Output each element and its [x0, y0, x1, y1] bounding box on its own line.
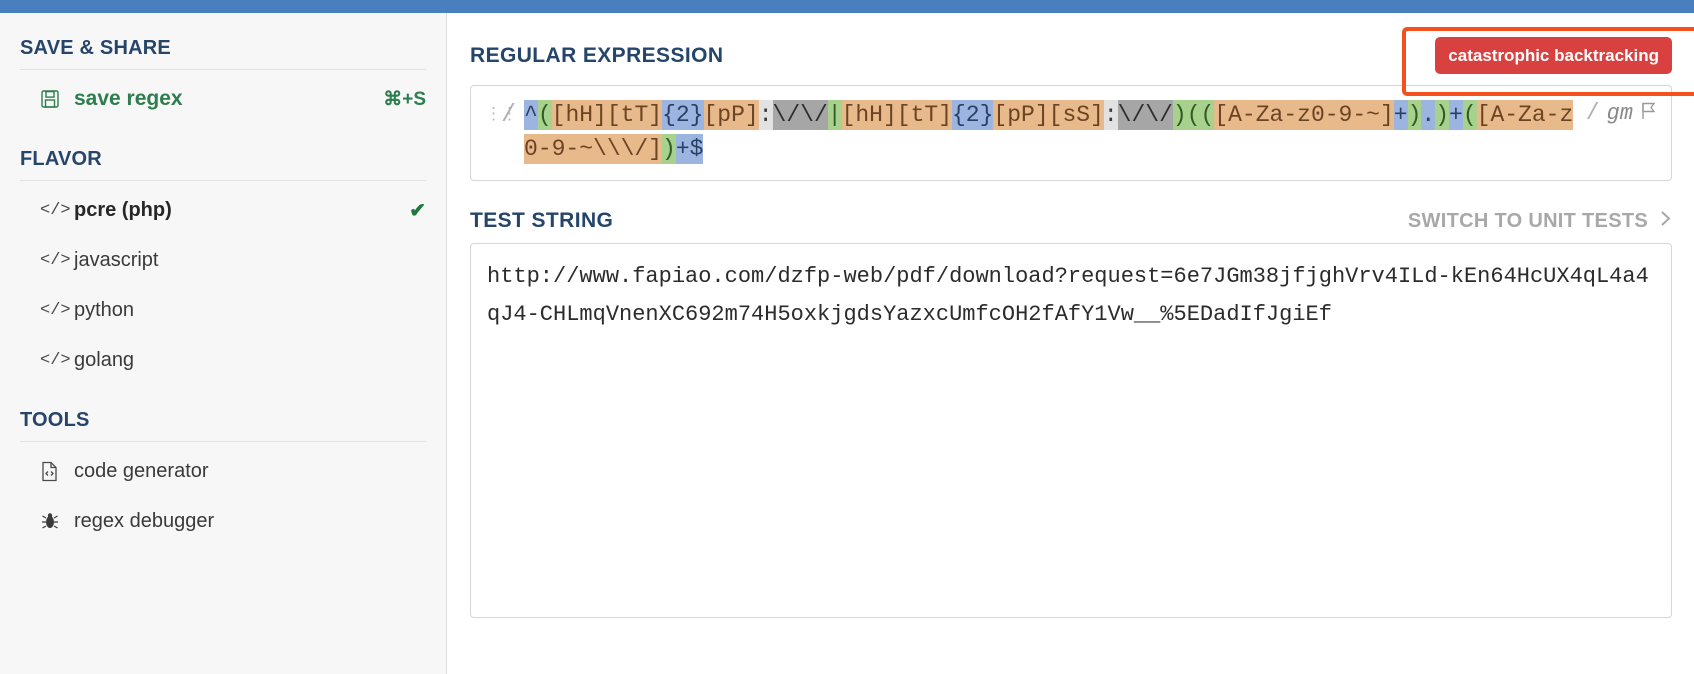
- chevron-right-icon: [1659, 210, 1672, 233]
- sidebar: SAVE & SHARE save regex ⌘+S FLAVOR </> p…: [0, 13, 447, 674]
- regex-token-dot: .: [1421, 100, 1436, 130]
- regex-token-quant: +: [675, 134, 690, 164]
- regex-token-class: [tT]: [606, 100, 663, 130]
- test-string-input[interactable]: http://www.fapiao.com/dzfp-web/pdf/downl…: [470, 243, 1672, 618]
- regex-token-esc: \/\/: [772, 100, 828, 130]
- sidebar-section-flavor: FLAVOR: [20, 124, 426, 181]
- regex-token-anchor: ^: [524, 100, 538, 130]
- status-badge[interactable]: catastrophic backtracking: [1435, 37, 1672, 74]
- regex-token-class: [pP]: [993, 100, 1049, 130]
- sidebar-item-golang[interactable]: </> golang: [20, 335, 426, 385]
- regex-token-quant: {2}: [952, 100, 994, 130]
- regex-token-quant: +: [1393, 100, 1408, 130]
- flavor-label-javascript: javascript: [74, 248, 159, 271]
- flavor-label-golang: golang: [74, 348, 135, 371]
- save-regex-label: save regex: [74, 87, 183, 110]
- regex-token-class: [pP]: [703, 100, 759, 130]
- flavor-label-python: python: [74, 298, 135, 321]
- switch-to-unit-tests-button[interactable]: SWITCH TO UNIT TESTS: [1408, 210, 1672, 233]
- regex-token-group: (: [1186, 100, 1201, 130]
- sidebar-item-javascript[interactable]: </> javascript: [20, 235, 426, 285]
- regex-token-class: [hH]: [551, 100, 607, 130]
- test-section-title: TEST STRING: [470, 209, 614, 232]
- regex-token-group: ): [1407, 100, 1422, 130]
- regex-section-header: REGULAR EXPRESSION catastrophic backtrac…: [448, 13, 1694, 96]
- regex-input-box[interactable]: ⋮⋮ / ^([hH][tT]{2}[pP]:\/\/|[hH][tT]{2}[…: [470, 85, 1672, 181]
- regex-section-title: REGULAR EXPRESSION: [470, 44, 724, 67]
- regex-open-delimiter: /: [501, 100, 517, 129]
- regex-token-class: [A-Za-z0-9-~]: [1214, 100, 1394, 130]
- check-icon: ✔: [409, 199, 426, 222]
- regex-flags-group[interactable]: / gm: [1576, 98, 1657, 126]
- drag-handle-icon[interactable]: ⋮⋮: [485, 98, 518, 122]
- regex-token-group: (: [1200, 100, 1215, 130]
- regex-token-anchor: $: [689, 134, 704, 164]
- regex-token-esc: \/\/: [1117, 100, 1173, 130]
- regex-token-group: ): [1172, 100, 1187, 130]
- regex-token-group: (: [537, 100, 552, 130]
- regex-token-class: [sS]: [1048, 100, 1104, 130]
- sidebar-section-save-share: SAVE & SHARE: [20, 13, 426, 70]
- regex-token-group: (: [1462, 100, 1477, 130]
- bug-icon: [40, 511, 74, 531]
- main-panel: REGULAR EXPRESSION catastrophic backtrac…: [448, 13, 1694, 674]
- regex-token-quant: {2}: [662, 100, 704, 130]
- sidebar-item-python[interactable]: </> python: [20, 285, 426, 335]
- regex-token-group: ): [1435, 100, 1450, 130]
- regex-close-delimiter: /: [1585, 100, 1600, 126]
- sidebar-item-code-generator[interactable]: code generator: [20, 446, 426, 496]
- error-badge-wrapper: catastrophic backtracking: [1402, 27, 1694, 96]
- flag-icon[interactable]: [1640, 101, 1657, 125]
- sidebar-item-save-regex[interactable]: save regex ⌘+S: [20, 74, 426, 124]
- regex-flags-value[interactable]: gm: [1607, 101, 1633, 126]
- sidebar-section-tools: TOOLS: [20, 385, 426, 442]
- flavor-label-pcre: pcre (php): [74, 198, 172, 221]
- tool-label-code-generator: code generator: [74, 459, 209, 482]
- regex-pattern-text[interactable]: ^([hH][tT]{2}[pP]:\/\/|[hH][tT]{2}[pP][s…: [524, 98, 1576, 166]
- tool-label-regex-debugger: regex debugger: [74, 509, 215, 532]
- code-brackets-icon: </>: [40, 200, 71, 220]
- regex-token-group: |: [827, 100, 842, 130]
- switch-to-unit-tests-label: SWITCH TO UNIT TESTS: [1407, 209, 1648, 232]
- regex-token-quant: +: [1449, 100, 1463, 130]
- regex-token-lit: :: [1103, 100, 1118, 130]
- sidebar-item-regex-debugger[interactable]: regex debugger: [20, 496, 426, 546]
- regex-token-class: [tT]: [896, 100, 952, 130]
- code-brackets-icon: </>: [40, 300, 71, 320]
- save-regex-shortcut: ⌘+S: [383, 88, 426, 110]
- code-brackets-icon: </>: [40, 250, 71, 270]
- test-section-header: TEST STRING SWITCH TO UNIT TESTS: [448, 181, 1694, 235]
- code-brackets-icon: </>: [40, 350, 71, 370]
- regex-token-class: [hH]: [841, 100, 897, 130]
- top-bar: [0, 0, 1694, 13]
- regex-token-group: ): [662, 134, 676, 164]
- regex-token-lit: :: [758, 100, 773, 130]
- sidebar-item-pcre-php[interactable]: </> pcre (php) ✔: [20, 185, 426, 235]
- file-code-icon: [40, 461, 74, 482]
- floppy-disk-icon: [40, 89, 74, 109]
- regex-tester-app: SAVE & SHARE save regex ⌘+S FLAVOR </> p…: [0, 0, 1694, 674]
